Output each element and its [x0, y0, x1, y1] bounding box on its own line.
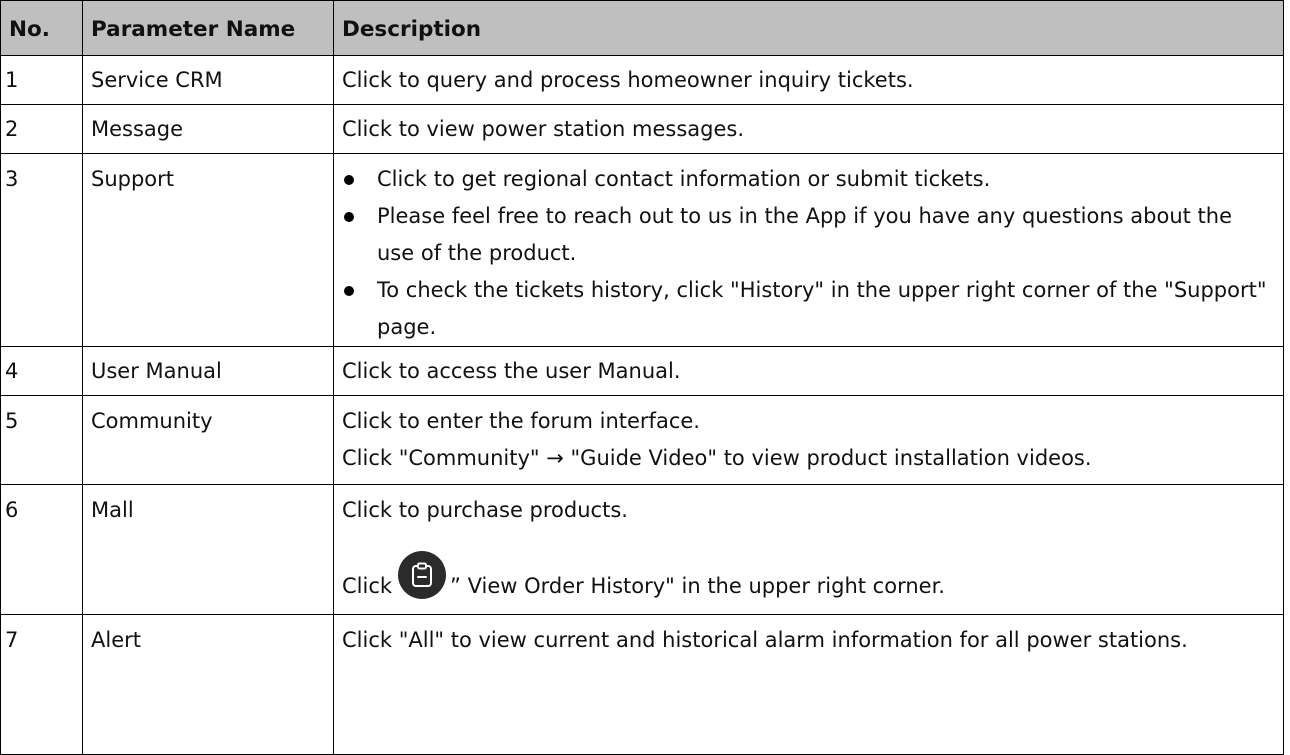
header-parameter-name: Parameter Name	[82, 0, 334, 56]
row-number: 4	[0, 346, 83, 396]
parameter-name: Service CRM	[82, 55, 334, 105]
bullet-dot-icon	[344, 212, 354, 222]
description-line: Click to purchase products.	[342, 498, 628, 522]
bullet-text: Please feel free to reach out to us in t…	[377, 204, 1233, 265]
parameter-name: Community	[82, 395, 334, 485]
table-header-row: No. Parameter Name Description	[0, 0, 1284, 56]
bullet-item: Please feel free to reach out to us in t…	[342, 198, 1275, 272]
table-row: 6 Mall Click to purchase products. Click…	[0, 484, 1284, 615]
parameter-description: Click to query and process homeowner inq…	[333, 55, 1284, 105]
bullet-list: Click to get regional contact informatio…	[342, 161, 1275, 346]
parameter-description: Click to get regional contact informatio…	[333, 153, 1284, 347]
parameter-name: User Manual	[82, 346, 334, 396]
bullet-text: Click to get regional contact informatio…	[377, 167, 991, 191]
table-row: 1 Service CRM Click to query and process…	[0, 55, 1284, 105]
header-description: Description	[333, 0, 1284, 56]
parameter-description: Click to access the user Manual.	[333, 346, 1284, 396]
parameter-name: Support	[82, 153, 334, 347]
parameter-description: Click to enter the forum interface. Clic…	[333, 395, 1284, 485]
description-line: Click to enter the forum interface.	[342, 409, 700, 433]
table-row: 4 User Manual Click to access the user M…	[0, 346, 1284, 396]
bullet-text: To check the tickets history, click "His…	[377, 278, 1267, 339]
bullet-item: Click to get regional contact informatio…	[342, 161, 1275, 198]
row-number: 6	[0, 484, 83, 615]
table-row: 5 Community Click to enter the forum int…	[0, 395, 1284, 485]
bullet-item: To check the tickets history, click "His…	[342, 272, 1275, 346]
view-order-history-text: ” View Order History" in the upper right…	[450, 574, 945, 598]
header-no: No.	[0, 0, 83, 56]
row-number: 2	[0, 104, 83, 154]
table-row: 2 Message Click to view power station me…	[0, 104, 1284, 154]
order-history-icon	[398, 551, 447, 599]
parameter-description: Click to purchase products. Click ” View…	[333, 484, 1284, 615]
parameter-name: Message	[82, 104, 334, 154]
click-prefix: Click	[342, 574, 393, 598]
description-line: Click "Community" → "Guide Video" to vie…	[342, 446, 1092, 470]
table-row: 3 Support Click to get regional contact …	[0, 153, 1284, 347]
parameter-name: Mall	[82, 484, 334, 615]
bullet-dot-icon	[344, 175, 354, 185]
description-line: Click ” View Order History" in the upper…	[342, 551, 1275, 605]
row-number: 1	[0, 55, 83, 105]
bullet-dot-icon	[344, 286, 354, 296]
row-number: 3	[0, 153, 83, 347]
row-number: 5	[0, 395, 83, 485]
parameter-table: No. Parameter Name Description 1 Service…	[0, 0, 1284, 755]
parameter-description: Click to view power station messages.	[333, 104, 1284, 154]
